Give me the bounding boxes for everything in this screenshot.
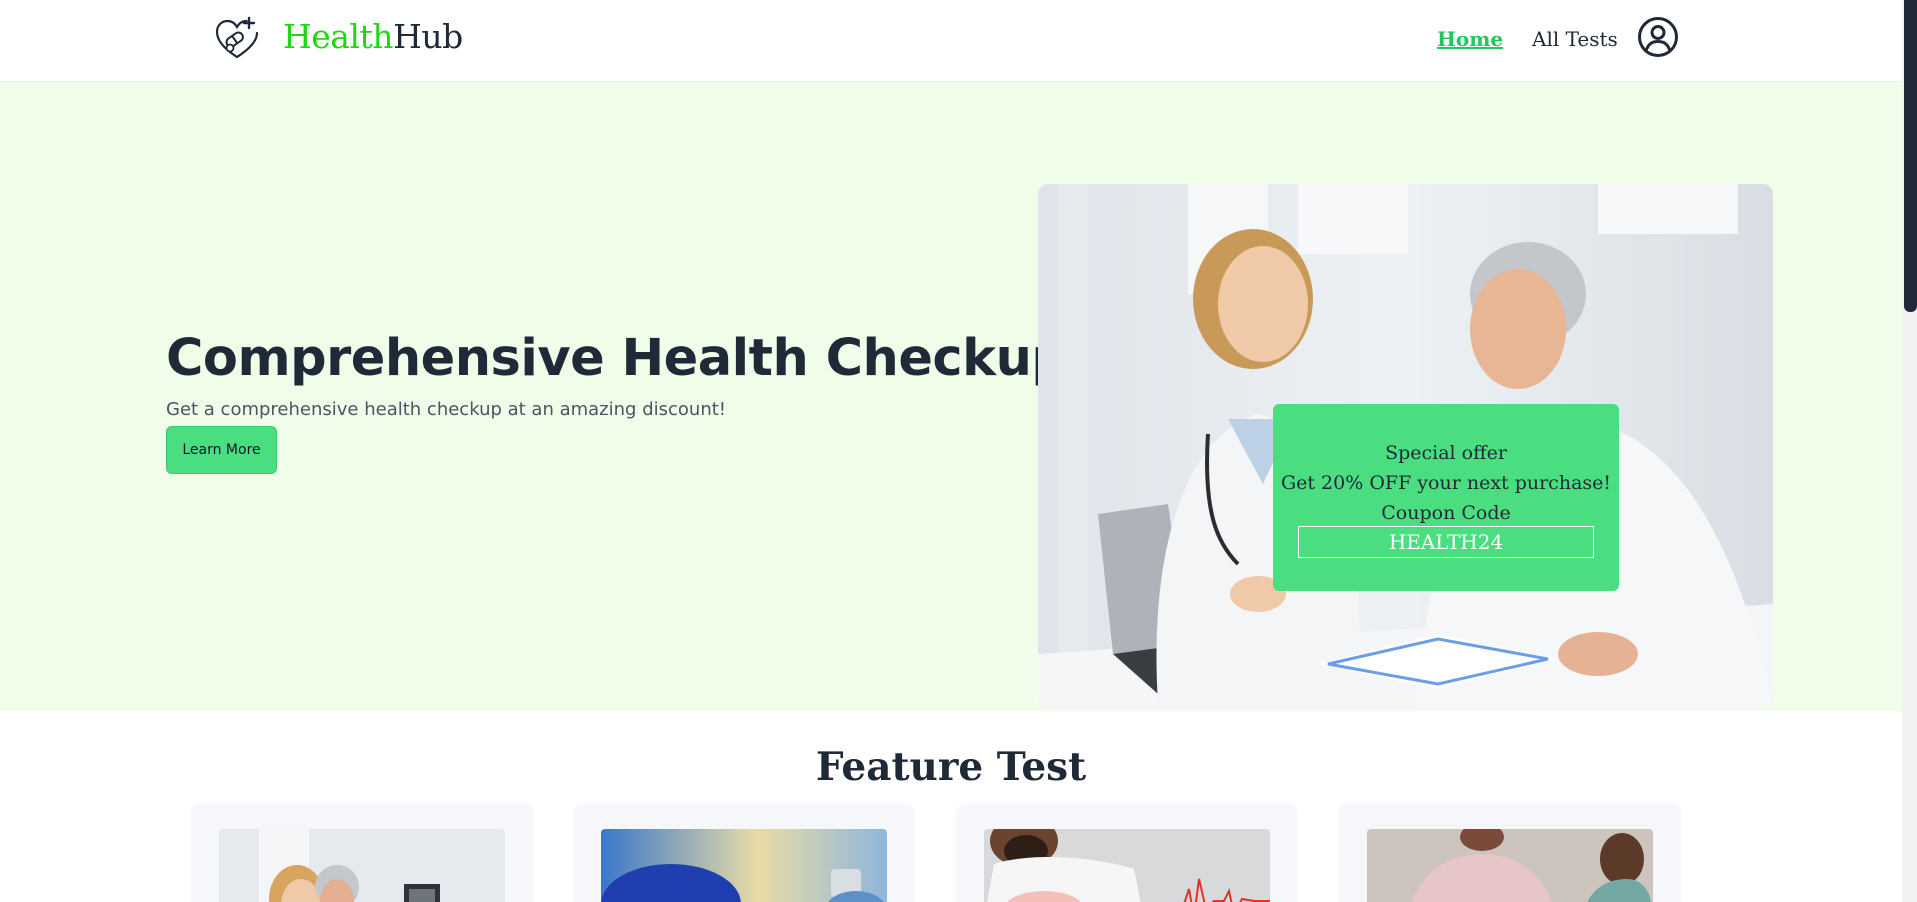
nav-home-link[interactable]: Home <box>1437 24 1503 54</box>
page-scrollbar-thumb[interactable] <box>1904 0 1917 312</box>
coupon-label: Coupon Code <box>1381 502 1511 524</box>
special-offer-box: Special offer Get 20% OFF your next purc… <box>1273 404 1619 591</box>
offer-heading: Special offer <box>1385 442 1507 464</box>
brand-logo-text[interactable]: HealthHub <box>283 14 463 60</box>
brand-hub: Hub <box>393 17 463 56</box>
feature-card[interactable] <box>957 804 1297 902</box>
feature-card-image <box>601 829 887 902</box>
user-circle-icon[interactable] <box>1637 16 1679 58</box>
heart-pills-icon[interactable] <box>213 16 261 62</box>
hero-subtitle: Get a comprehensive health checkup at an… <box>166 399 726 420</box>
hero-title: Comprehensive Health Checkup <box>166 329 1068 388</box>
feature-card-image <box>984 829 1270 902</box>
feature-card[interactable] <box>574 804 914 902</box>
nav-all-tests-link[interactable]: All Tests <box>1532 24 1618 54</box>
feature-card-image <box>219 829 505 902</box>
site-header: HealthHub Home All Tests <box>0 0 1902 82</box>
feature-section-title: Feature Test <box>815 744 1087 790</box>
offer-text: Get 20% OFF your next purchase! <box>1280 472 1612 494</box>
learn-more-button[interactable]: Learn More <box>166 426 277 474</box>
brand-health: Health <box>283 17 394 56</box>
feature-card[interactable] <box>192 804 532 902</box>
feature-card-image <box>1367 829 1653 902</box>
feature-card[interactable] <box>1340 804 1680 902</box>
coupon-code[interactable]: HEALTH24 <box>1298 526 1594 558</box>
